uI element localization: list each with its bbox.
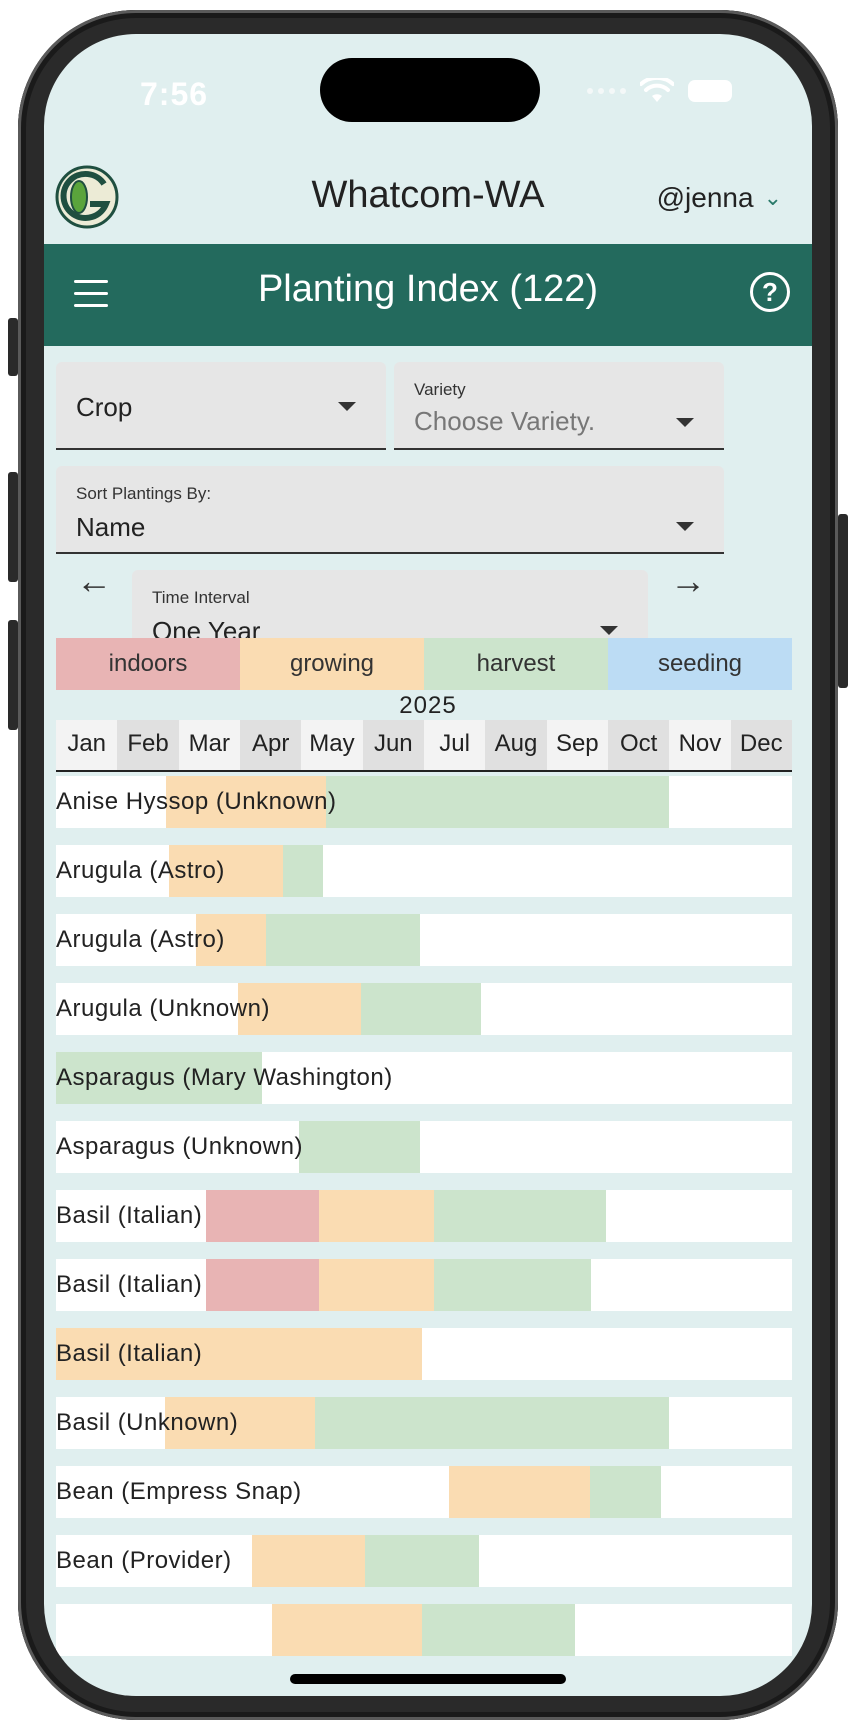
planting-name: Basil (Italian) bbox=[56, 1202, 203, 1229]
toolbar: Planting Index (122) ? bbox=[44, 244, 812, 346]
legend-growing: growing bbox=[240, 638, 424, 690]
stage-bar-growing bbox=[319, 1190, 434, 1242]
silent-switch bbox=[8, 318, 18, 376]
dropdown-arrow-icon bbox=[338, 402, 356, 411]
user-menu[interactable]: @jenna ⌄ bbox=[657, 182, 782, 214]
stage-bar-harvest bbox=[360, 983, 482, 1035]
year-label: 2025 bbox=[399, 692, 457, 719]
planting-row[interactable]: Basil (Unknown) bbox=[56, 1397, 792, 1449]
volume-down-button bbox=[8, 620, 18, 730]
month-nov: Nov bbox=[669, 720, 731, 770]
dropdown-arrow-icon bbox=[600, 626, 618, 635]
planting-name: Basil (Unknown) bbox=[56, 1409, 239, 1436]
dropdown-arrow-icon bbox=[676, 418, 694, 427]
planting-name: Asparagus (Mary Washington) bbox=[56, 1064, 393, 1091]
month-oct: Oct bbox=[607, 720, 670, 770]
planting-row[interactable]: Arugula (Astro) bbox=[56, 914, 792, 966]
stage-bar-indoors bbox=[205, 1259, 320, 1311]
planting-row[interactable]: Arugula (Unknown) bbox=[56, 983, 792, 1035]
stage-bar-indoors bbox=[205, 1190, 320, 1242]
crop-select[interactable]: Crop bbox=[56, 362, 386, 450]
sort-select[interactable]: Sort Plantings By: Name bbox=[56, 466, 724, 554]
crop-select-value: Crop bbox=[76, 392, 133, 422]
planting-row[interactable]: Asparagus (Mary Washington) bbox=[56, 1052, 792, 1104]
home-indicator[interactable] bbox=[290, 1674, 566, 1684]
stage-bar-harvest bbox=[282, 845, 323, 897]
stage-bar-harvest bbox=[433, 1190, 606, 1242]
chevron-down-icon: ⌄ bbox=[763, 185, 782, 210]
month-header: Jan Feb Mar Apr May Jun Jul Aug Sep Oct … bbox=[56, 720, 792, 772]
page-title: Planting Index (122) bbox=[257, 268, 599, 310]
planting-name: Bean (Empress Snap) bbox=[56, 1478, 302, 1505]
status-icons bbox=[587, 78, 732, 104]
stage-bar-growing bbox=[252, 1535, 365, 1587]
sort-value: Name bbox=[76, 512, 146, 542]
phone-screen: 7:56 Whatcom-WA @jenna ⌄ Planting Index … bbox=[44, 34, 812, 1696]
stage-bar-harvest bbox=[298, 1121, 420, 1173]
stage-bar-growing bbox=[271, 1604, 423, 1656]
month-jan: Jan bbox=[56, 720, 118, 770]
variety-placeholder: Choose Variety. bbox=[414, 406, 596, 436]
planting-row[interactable]: Bean (Provider) bbox=[56, 1535, 792, 1587]
planting-name: Asparagus (Unknown) bbox=[56, 1133, 303, 1160]
volume-up-button bbox=[8, 472, 18, 582]
planting-name: Basil (Italian) bbox=[56, 1271, 203, 1298]
month-may: May bbox=[301, 720, 363, 770]
variety-select[interactable]: Variety Choose Variety. bbox=[394, 362, 724, 450]
wifi-icon bbox=[640, 78, 674, 102]
planting-row[interactable] bbox=[56, 1604, 792, 1656]
planting-name: Arugula (Astro) bbox=[56, 857, 225, 884]
cellular-signal-icon bbox=[587, 88, 626, 94]
planting-name: Anise Hyssop (Unknown) bbox=[56, 788, 337, 815]
month-dec: Dec bbox=[730, 720, 792, 770]
battery-icon bbox=[688, 80, 732, 102]
sort-label: Sort Plantings By: bbox=[76, 484, 212, 503]
month-jun: Jun bbox=[362, 720, 424, 770]
month-sep: Sep bbox=[546, 720, 608, 770]
stage-bar-harvest bbox=[422, 1604, 576, 1656]
stage-bar-harvest bbox=[314, 1397, 669, 1449]
stage-bar-harvest bbox=[266, 914, 420, 966]
stage-bar-harvest bbox=[325, 776, 669, 828]
legend-seeding: seeding bbox=[608, 638, 792, 690]
planting-name: Basil (Italian) bbox=[56, 1340, 203, 1367]
stage-bar-harvest bbox=[589, 1466, 661, 1518]
month-apr: Apr bbox=[239, 720, 302, 770]
month-feb: Feb bbox=[117, 720, 179, 770]
planting-row[interactable]: Basil (Italian) bbox=[56, 1190, 792, 1242]
planting-row[interactable]: Basil (Italian) bbox=[56, 1259, 792, 1311]
month-mar: Mar bbox=[178, 720, 240, 770]
stage-legend: indoors growing harvest seeding bbox=[56, 638, 792, 690]
month-aug: Aug bbox=[485, 720, 547, 770]
previous-arrow-icon[interactable]: ← bbox=[76, 560, 112, 602]
legend-harvest: harvest bbox=[424, 638, 608, 690]
planting-name: Arugula (Unknown) bbox=[56, 995, 270, 1022]
planting-row[interactable]: Asparagus (Unknown) bbox=[56, 1121, 792, 1173]
next-arrow-icon[interactable]: → bbox=[670, 560, 706, 602]
planting-row[interactable]: Arugula (Astro) bbox=[56, 845, 792, 897]
legend-indoors: indoors bbox=[56, 638, 240, 690]
stage-bar-harvest bbox=[364, 1535, 480, 1587]
planting-name: Arugula (Astro) bbox=[56, 926, 225, 953]
variety-label: Variety bbox=[414, 380, 466, 399]
help-icon[interactable]: ? bbox=[750, 272, 790, 312]
month-jul: Jul bbox=[423, 720, 486, 770]
planting-row[interactable]: Bean (Empress Snap) bbox=[56, 1466, 792, 1518]
planting-name: Bean (Provider) bbox=[56, 1547, 232, 1574]
planting-list: Anise Hyssop (Unknown) Arugula (Astro) Aru… bbox=[56, 776, 792, 1673]
planting-row[interactable]: Anise Hyssop (Unknown) bbox=[56, 776, 792, 828]
stage-bar-growing bbox=[319, 1259, 434, 1311]
app-header: Whatcom-WA @jenna ⌄ bbox=[44, 154, 812, 254]
stage-bar-growing bbox=[448, 1466, 590, 1518]
dropdown-arrow-icon bbox=[676, 522, 694, 531]
username-label: @jenna bbox=[656, 182, 754, 213]
power-button bbox=[838, 514, 848, 688]
stage-bar-harvest bbox=[433, 1259, 592, 1311]
status-time: 7:56 bbox=[140, 76, 209, 112]
dynamic-island bbox=[320, 58, 540, 122]
time-interval-label: Time Interval bbox=[152, 588, 250, 607]
planting-row[interactable]: Basil (Italian) bbox=[56, 1328, 792, 1380]
